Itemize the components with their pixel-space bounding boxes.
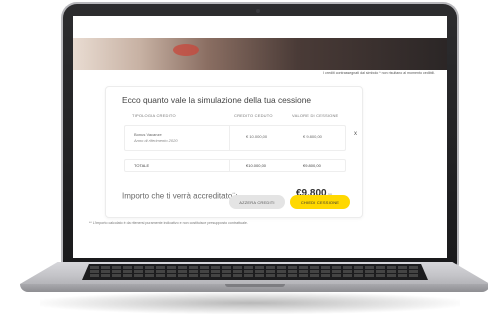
- total-row: TOTALE €10.000,00 €9.800,00: [124, 159, 346, 172]
- disclaimer-footnote: ** L'importo calcolato è da ritenersi pu…: [89, 221, 248, 225]
- total-credit: €10.000,00: [246, 163, 267, 168]
- laptop-shadow: [40, 292, 460, 314]
- hero-banner-image: [73, 38, 447, 70]
- transfer-value: € 9.800,00: [303, 134, 322, 139]
- webcam-icon: [256, 9, 260, 13]
- table-row: Bonus Vacanze Anno di riferimento 2020 €…: [124, 125, 346, 151]
- row-divider: [229, 160, 230, 171]
- credited-amount-text: Importo che ti verrà accreditato: [122, 191, 233, 201]
- reset-credits-button[interactable]: AZZERA CREDITI: [229, 195, 285, 209]
- total-label: TOTALE: [134, 163, 150, 168]
- credit-transferred-value: € 10.000,00: [246, 134, 268, 139]
- credit-type-name: Bonus Vacanze: [134, 132, 162, 137]
- keyboard: [82, 264, 428, 280]
- row-divider: [229, 126, 230, 150]
- laptop-opening-notch: [225, 284, 285, 287]
- remove-row-icon[interactable]: x: [354, 131, 357, 137]
- credit-type-year: Anno di riferimento 2020: [134, 138, 178, 143]
- keyboard-row: [90, 266, 420, 269]
- laptop-base: [20, 262, 488, 292]
- credited-amount-label: Importo che ti verrà accreditato**:: [122, 191, 238, 201]
- keyboard-row: [90, 274, 420, 277]
- laptop-screen: I crediti contrassegnati dal simbolo * n…: [73, 16, 447, 258]
- non-transferable-note: I crediti contrassegnati dal simbolo * n…: [323, 71, 435, 75]
- request-transfer-button[interactable]: CHIEDI CESSIONE: [290, 195, 350, 209]
- column-header-credit-transferred: CREDITO CEDUTO: [234, 113, 273, 118]
- total-value: €9.800,00: [303, 163, 321, 168]
- column-header-transfer-value: VALORE DI CESSIONE: [292, 113, 339, 118]
- hero-decoration: [173, 44, 199, 56]
- simulation-title: Ecco quanto vale la simulazione della tu…: [122, 95, 312, 105]
- keyboard-row: [90, 270, 420, 273]
- column-header-credit-type: TIPOLOGIA CREDITO: [132, 113, 176, 118]
